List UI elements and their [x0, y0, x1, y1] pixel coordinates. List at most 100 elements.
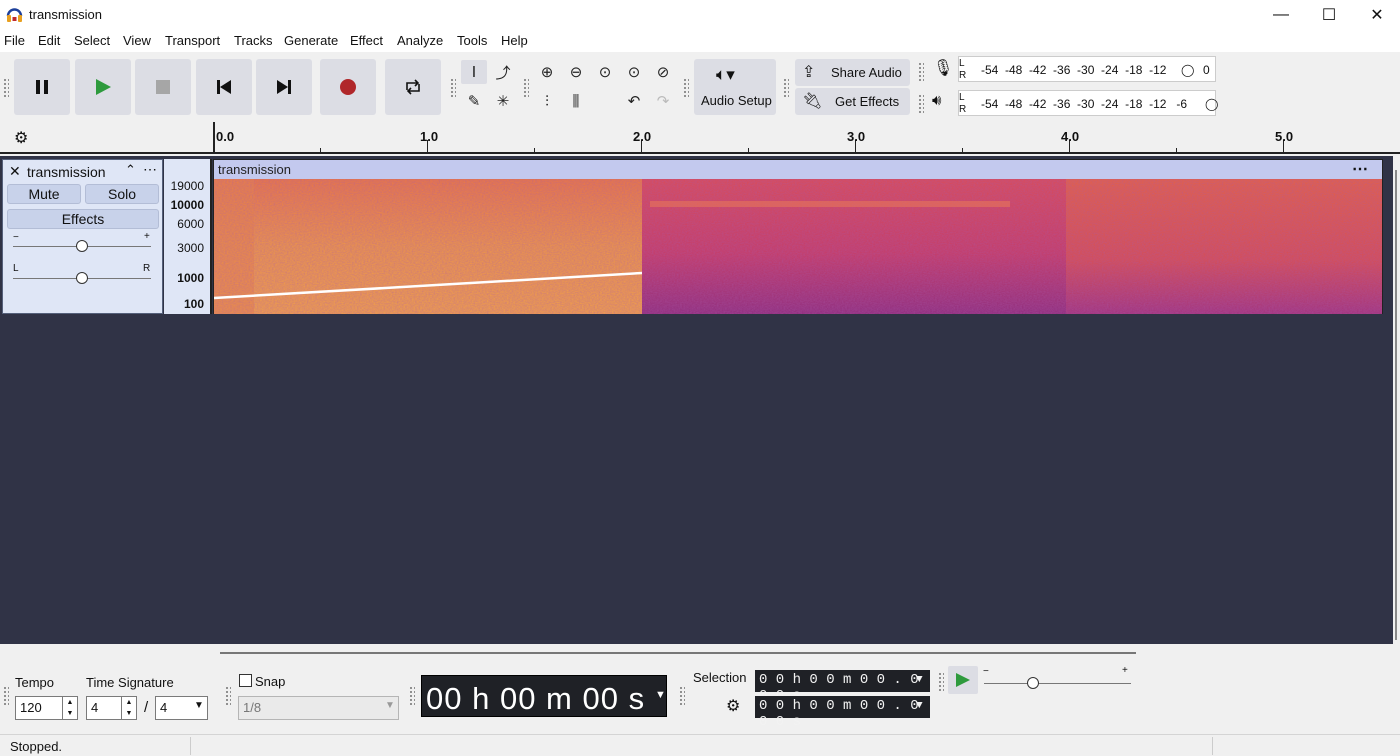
freq-label: 19000: [170, 179, 204, 193]
maximize-button[interactable]: ☐: [1306, 0, 1352, 30]
toolbar-grip[interactable]: [3, 686, 9, 706]
envelope-tool-button[interactable]: ⤴: [490, 60, 516, 84]
ruler-label: 1.0: [420, 129, 439, 144]
time-signature-numerator[interactable]: 4: [86, 696, 122, 720]
menu-help[interactable]: Help: [501, 33, 528, 48]
clip-menu-icon[interactable]: ⋯: [1352, 159, 1368, 179]
time-display[interactable]: 00 h 00 m 00 s ▼: [421, 675, 667, 717]
collapse-icon[interactable]: ⌃: [125, 162, 136, 178]
loop-button[interactable]: [385, 59, 441, 115]
record-meter[interactable]: L R -54 -48 -42 -36 -30 -24 -18 -12 ◯ 0: [958, 56, 1216, 82]
close-window-button[interactable]: ✕: [1354, 0, 1400, 30]
zoom-in-button[interactable]: ⊕: [534, 60, 560, 84]
chevron-down-icon: ▼: [916, 674, 923, 686]
zoom-out-button[interactable]: ⊖: [563, 60, 589, 84]
pan-slider-thumb[interactable]: [76, 272, 88, 284]
effects-button[interactable]: Effects: [7, 209, 159, 229]
main-toolbar: Ⅰ ⤴ ✎ ✳ ⊕ ⊖ ⊙ ⊙ ⊘ ⫶ ⫼ ↶ ↷ 🔈︎▾ Audio Setu…: [0, 52, 1400, 122]
speed-slider-thumb[interactable]: [1027, 677, 1039, 689]
snap-checkbox[interactable]: [239, 674, 252, 687]
minimize-button[interactable]: —: [1258, 0, 1304, 30]
menu-generate[interactable]: Generate: [284, 33, 338, 48]
play-at-speed-button[interactable]: [948, 666, 978, 694]
more-options-icon[interactable]: ⋯: [143, 161, 157, 178]
toolbar-grip[interactable]: [918, 94, 924, 114]
horizontal-scrollbar[interactable]: [0, 644, 1400, 662]
fit-project-button[interactable]: ⊙: [621, 60, 647, 84]
playback-speed-slider[interactable]: [984, 683, 1131, 684]
toolbar-grip[interactable]: [450, 78, 456, 98]
redo-button[interactable]: ↷: [650, 89, 676, 113]
gain-slider-thumb[interactable]: [76, 240, 88, 252]
track-name[interactable]: transmission: [27, 164, 106, 180]
menu-select[interactable]: Select: [74, 33, 110, 48]
tempo-spinner[interactable]: ▲ ▼: [62, 696, 78, 720]
tempo-label: Tempo: [15, 675, 55, 690]
draw-tool-button[interactable]: ✎: [461, 89, 487, 113]
silence-button[interactable]: ⫼: [563, 89, 589, 113]
meter-knob-icon: ◯: [1181, 63, 1195, 77]
toolbar-grip[interactable]: [938, 672, 944, 692]
menu-effect[interactable]: Effect: [350, 33, 383, 48]
frequency-axis[interactable]: 19000 10000 6000 3000 1000 100: [164, 159, 212, 314]
speaker-icon[interactable]: 🔊︎: [932, 92, 941, 109]
undo-button[interactable]: ↶: [621, 89, 647, 113]
toolbar-grip[interactable]: [3, 78, 9, 98]
microphone-icon[interactable]: 🎙︎: [933, 58, 953, 78]
multi-tool-button[interactable]: ✳: [490, 89, 516, 113]
trim-outside-button[interactable]: ⫶: [534, 89, 560, 113]
toolbar-grip[interactable]: [409, 686, 415, 706]
menu-file[interactable]: File: [4, 33, 25, 48]
skip-to-start-button[interactable]: [196, 59, 252, 115]
denominator-value: 4: [160, 700, 168, 715]
audio-setup-button[interactable]: 🔈︎▾ Audio Setup: [694, 59, 776, 115]
selection-start[interactable]: 0 0 h 0 0 m 0 0 . 0 0 0 s ▼: [755, 670, 930, 704]
toolbar-grip[interactable]: [225, 686, 231, 706]
spectrogram[interactable]: [214, 179, 1382, 314]
tempo-input[interactable]: 120: [15, 696, 63, 720]
menu-transport[interactable]: Transport: [165, 33, 220, 48]
menu-tools[interactable]: Tools: [457, 33, 487, 48]
toolbar-grip[interactable]: [683, 78, 689, 98]
play-button[interactable]: [75, 59, 131, 115]
numerator-spinner[interactable]: ▲ ▼: [121, 696, 137, 720]
vertical-scrollbar[interactable]: [1393, 156, 1400, 644]
solo-button[interactable]: Solo: [85, 184, 159, 204]
menu-edit[interactable]: Edit: [38, 33, 60, 48]
timeline-ruler[interactable]: ⚙ 0.0 1.0 2.0 3.0 4.0 5.0: [0, 122, 1400, 154]
toolbar-grip[interactable]: [783, 78, 789, 98]
selection-tool-button[interactable]: Ⅰ: [461, 60, 487, 84]
clip-header[interactable]: transmission ⋯: [214, 160, 1382, 179]
zoom-toggle-icon: ⊘: [656, 64, 670, 81]
zoom-toggle-button[interactable]: ⊘: [650, 60, 676, 84]
menu-analyze[interactable]: Analyze: [397, 33, 443, 48]
skip-to-end-button[interactable]: [256, 59, 312, 115]
gear-icon[interactable]: ⚙: [726, 696, 740, 716]
menu-view[interactable]: View: [123, 33, 151, 48]
record-button[interactable]: [320, 59, 376, 115]
menu-tracks[interactable]: Tracks: [234, 33, 273, 48]
stop-button[interactable]: [135, 59, 191, 115]
clip-name: transmission: [218, 162, 291, 177]
pan-right-label: R: [143, 263, 151, 274]
time-signature-denominator[interactable]: 4 ▼: [155, 696, 208, 720]
pause-icon: [36, 80, 48, 94]
fit-selection-button[interactable]: ⊙: [592, 60, 618, 84]
gear-icon[interactable]: ⚙: [14, 128, 28, 148]
mute-button[interactable]: Mute: [7, 184, 81, 204]
close-track-icon[interactable]: ✕: [9, 163, 21, 180]
toolbar-grip[interactable]: [918, 62, 924, 82]
playback-meter[interactable]: L R -54 -48 -42 -36 -30 -24 -18 -12 -6 ◯: [958, 90, 1218, 116]
toolbar-grip[interactable]: [523, 78, 529, 98]
zoom-selection-icon: ⊙: [598, 64, 612, 81]
snap-select[interactable]: 1/8 ▼: [238, 696, 399, 720]
audio-clip[interactable]: transmission ⋯: [213, 159, 1383, 314]
selection-end[interactable]: 0 0 h 0 0 m 0 0 . 0 0 0 s ▼: [755, 696, 930, 730]
pause-button[interactable]: [14, 59, 70, 115]
speed-minus-label: −: [983, 666, 989, 677]
toolbar-grip[interactable]: [679, 686, 685, 706]
share-audio-button[interactable]: ⇪ Share Audio: [795, 59, 910, 86]
get-effects-button[interactable]: 🔌︎ Get Effects: [795, 88, 910, 115]
app-icon: [6, 6, 23, 23]
scrollbar-thumb[interactable]: [220, 652, 1136, 654]
